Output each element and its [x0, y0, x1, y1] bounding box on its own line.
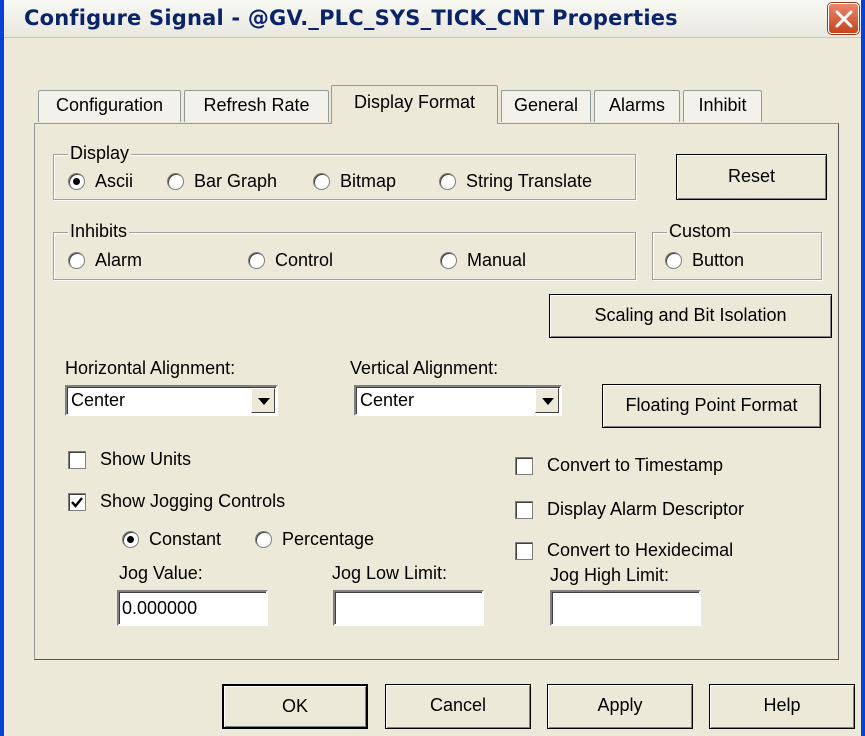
radio-selected-icon [68, 173, 85, 190]
radio-empty-icon [665, 252, 682, 269]
floating-point-format-button[interactable]: Floating Point Format [602, 384, 821, 428]
radio-constant[interactable]: Constant [122, 529, 221, 550]
title-bar[interactable]: Configure Signal - @GV._PLC_SYS_TICK_CNT… [4, 0, 861, 38]
display-group: Display Ascii Bar Graph Bitmap String Tr… [53, 143, 636, 200]
radio-control-label: Control [275, 250, 334, 270]
tab-general[interactable]: General [501, 90, 591, 122]
radio-ascii[interactable]: Ascii [68, 171, 133, 192]
jog-high-limit-label: Jog High Limit: [550, 565, 670, 585]
close-button[interactable] [828, 3, 859, 34]
radio-percentage[interactable]: Percentage [255, 529, 374, 550]
checkbox-display-alarm-descriptor[interactable]: Display Alarm Descriptor [515, 499, 744, 520]
ok-button[interactable]: OK [222, 684, 368, 729]
dropdown-button[interactable] [535, 388, 559, 413]
vertical-alignment-label: Vertical Alignment: [350, 358, 499, 378]
horizontal-alignment-select[interactable]: Center [65, 385, 278, 416]
show-units-label: Show Units [100, 449, 192, 469]
scaling-bit-isolation-button[interactable]: Scaling and Bit Isolation [549, 294, 832, 338]
custom-group: Custom Button [652, 221, 822, 280]
radio-string-translate[interactable]: String Translate [439, 171, 592, 192]
checkbox-unchecked-icon [515, 500, 533, 519]
radio-empty-icon [167, 173, 184, 190]
radio-empty-icon [439, 173, 456, 190]
tab-refresh-rate[interactable]: Refresh Rate [184, 90, 329, 122]
radio-custom-button[interactable]: Button [665, 250, 744, 271]
radio-selected-icon [122, 531, 139, 548]
radio-alarm[interactable]: Alarm [68, 250, 142, 271]
vertical-alignment-select[interactable]: Center [354, 385, 562, 416]
tab-configuration[interactable]: Configuration [38, 90, 181, 122]
radio-manual-label: Manual [467, 250, 527, 270]
custom-group-legend: Custom [667, 221, 734, 241]
radio-empty-icon [248, 252, 265, 269]
jog-high-limit-input[interactable] [550, 590, 701, 626]
radio-empty-icon [313, 173, 330, 190]
close-icon [835, 10, 853, 28]
radio-custom-button-label: Button [692, 250, 745, 270]
radio-empty-icon [68, 252, 85, 269]
radio-bitmap-label: Bitmap [340, 171, 397, 191]
checkbox-unchecked-icon [515, 541, 533, 560]
chevron-down-icon [542, 398, 554, 405]
radio-empty-icon [255, 531, 272, 548]
horizontal-alignment-label: Horizontal Alignment: [65, 358, 236, 378]
radio-alarm-label: Alarm [95, 250, 143, 270]
radio-bitmap[interactable]: Bitmap [313, 171, 396, 192]
radio-bar-graph-label: Bar Graph [194, 171, 278, 191]
dropdown-button[interactable] [251, 388, 275, 413]
radio-string-translate-label: String Translate [466, 171, 593, 191]
radio-percentage-label: Percentage [282, 529, 375, 549]
help-button[interactable]: Help [709, 684, 855, 729]
checkbox-convert-to-hexidecimal[interactable]: Convert to Hexidecimal [515, 540, 733, 561]
dialog-window: Configure Signal - @GV._PLC_SYS_TICK_CNT… [0, 0, 865, 736]
jog-low-limit-input[interactable] [333, 590, 484, 626]
checkmark-icon [68, 492, 86, 511]
display-alarm-descriptor-label: Display Alarm Descriptor [547, 499, 745, 519]
checkbox-convert-to-timestamp[interactable]: Convert to Timestamp [515, 455, 723, 476]
display-format-panel: Display Ascii Bar Graph Bitmap String Tr… [34, 123, 839, 660]
reset-button[interactable]: Reset [676, 154, 827, 200]
checkbox-unchecked-icon [515, 456, 533, 475]
radio-control[interactable]: Control [248, 250, 333, 271]
jog-low-limit-label: Jog Low Limit: [332, 563, 448, 583]
radio-manual[interactable]: Manual [440, 250, 526, 271]
apply-button[interactable]: Apply [547, 684, 693, 729]
inhibits-group: Inhibits Alarm Control Manual [53, 221, 636, 280]
tab-alarms[interactable]: Alarms [594, 90, 680, 122]
show-jogging-controls-label: Show Jogging Controls [100, 491, 286, 511]
radio-bar-graph[interactable]: Bar Graph [167, 171, 277, 192]
tab-display-format[interactable]: Display Format [331, 85, 498, 124]
tab-inhibit[interactable]: Inhibit [683, 90, 762, 122]
radio-empty-icon [440, 252, 457, 269]
checkbox-show-units[interactable]: Show Units [68, 449, 191, 470]
inhibits-group-legend: Inhibits [68, 221, 130, 241]
window-title: Configure Signal - @GV._PLC_SYS_TICK_CNT… [24, 6, 678, 30]
vertical-alignment-value: Center [360, 390, 415, 410]
cancel-button[interactable]: Cancel [385, 684, 531, 729]
convert-to-hexidecimal-label: Convert to Hexidecimal [547, 540, 734, 560]
checkbox-show-jogging-controls[interactable]: Show Jogging Controls [68, 491, 285, 512]
horizontal-alignment-value: Center [71, 390, 126, 410]
radio-constant-label: Constant [149, 529, 222, 549]
jog-value-input[interactable]: 0.000000 [117, 590, 268, 626]
convert-to-timestamp-label: Convert to Timestamp [547, 455, 724, 475]
jog-value-label: Jog Value: [119, 563, 203, 583]
radio-ascii-label: Ascii [95, 171, 134, 191]
checkbox-unchecked-icon [68, 450, 86, 469]
chevron-down-icon [258, 398, 270, 405]
display-group-legend: Display [68, 143, 132, 163]
